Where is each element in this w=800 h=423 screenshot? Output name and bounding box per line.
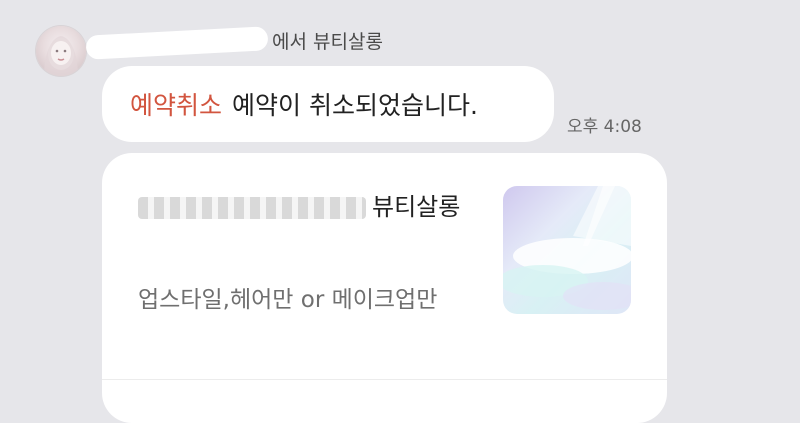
sender-name-label: 에서 뷰티살롱 xyxy=(272,31,383,53)
cancel-tag: 예약취소 xyxy=(130,91,223,120)
redacted-region xyxy=(138,197,366,219)
card-title-label: 뷰티살롱 xyxy=(372,193,461,221)
card-title: 뷰티살롱 xyxy=(138,187,468,227)
sender-name: 에서 뷰티살롱 xyxy=(85,25,383,60)
message-bubble[interactable]: 예약취소 예약이 취소되었습니다. xyxy=(102,66,554,142)
avatar[interactable] xyxy=(36,26,86,76)
message-text: 예약이 취소되었습니다. xyxy=(232,91,478,120)
card-divider xyxy=(102,379,667,380)
thumbnail-image-icon xyxy=(503,186,631,310)
card-thumbnail[interactable] xyxy=(503,186,631,314)
card-subtitle: 업스타일,헤어만 or 메이크업만 xyxy=(138,287,438,313)
profile-photo-icon xyxy=(44,36,78,76)
reservation-card[interactable]: 뷰티살롱 업스타일,헤어만 or 메이크업만 xyxy=(102,153,667,423)
redacted-region xyxy=(85,25,269,60)
message-timestamp: 오후 4:08 xyxy=(567,117,642,137)
